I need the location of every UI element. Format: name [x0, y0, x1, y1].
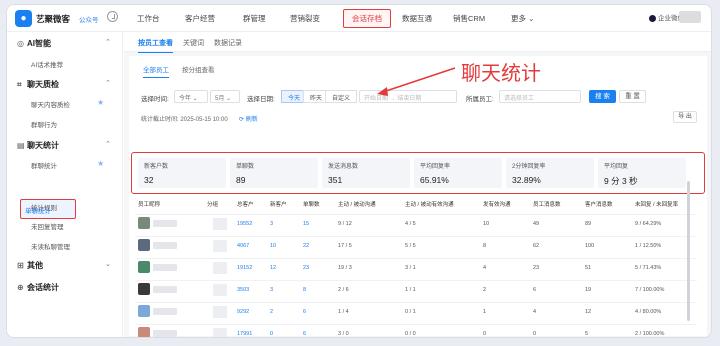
app-window: ● 艺聚微客 公众号 工作台 客户经营 群管理 营销裂变 会话存档 数据互通 销…	[6, 4, 712, 338]
annotation-label: 聊天统计	[461, 61, 541, 85]
annotation-arrow-icon	[377, 67, 456, 96]
